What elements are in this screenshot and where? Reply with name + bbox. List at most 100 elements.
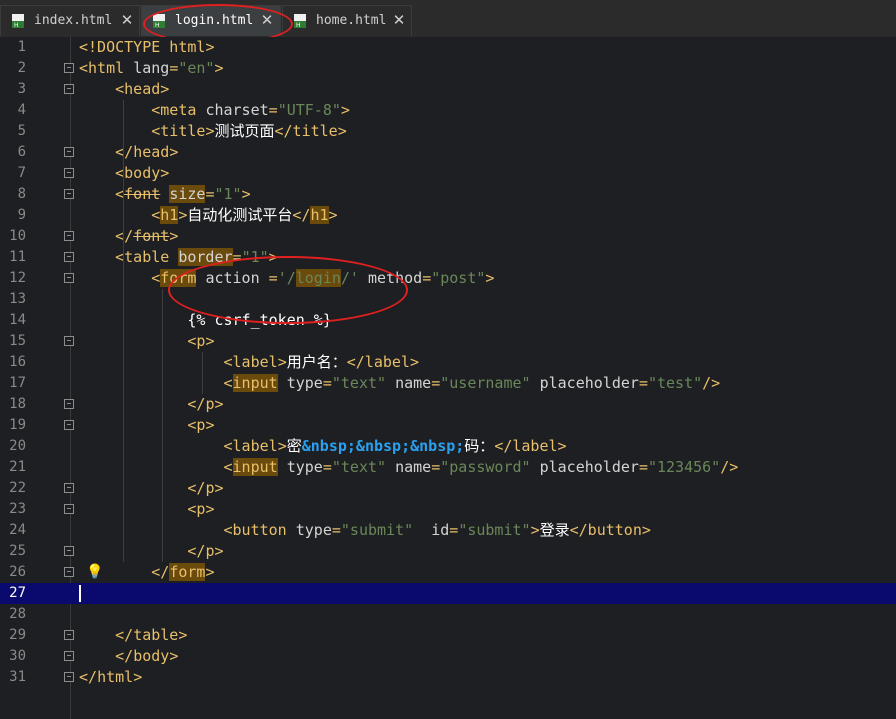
code-line[interactable]: 27 bbox=[0, 583, 896, 604]
fold-marker-icon[interactable] bbox=[64, 504, 74, 514]
code-line[interactable]: 10 </font> bbox=[0, 226, 896, 247]
code-line[interactable]: 24 <button type="submit" id="submit">登录<… bbox=[0, 520, 896, 541]
code-line[interactable]: 30 </body> bbox=[0, 646, 896, 667]
line-number: 24 bbox=[9, 522, 26, 538]
code-text: {% csrf_token %} bbox=[79, 311, 332, 329]
fold-marker-icon[interactable] bbox=[64, 336, 74, 346]
fold-marker-icon[interactable] bbox=[64, 399, 74, 409]
line-number: 1 bbox=[17, 39, 26, 55]
line-number: 10 bbox=[9, 228, 26, 244]
code-text: </p> bbox=[187, 542, 224, 560]
fold-marker-icon[interactable] bbox=[64, 84, 74, 94]
code-text: <form action ='/login/' method="post"> bbox=[151, 269, 495, 287]
code-text: <body> bbox=[115, 164, 170, 182]
line-number: 11 bbox=[9, 249, 26, 265]
code-line[interactable]: 31 </html> bbox=[0, 667, 896, 688]
code-line[interactable]: 5 <title>测试页面</title> bbox=[0, 121, 896, 142]
code-text: </p> bbox=[187, 395, 224, 413]
code-text: <button type="submit" id="submit">登录</bu… bbox=[223, 521, 651, 539]
fold-marker-icon[interactable] bbox=[64, 567, 74, 577]
code-line[interactable]: 21 <input type="text" name="password" pl… bbox=[0, 457, 896, 478]
code-line[interactable]: 8 <font size="1"> bbox=[0, 184, 896, 205]
code-text: </head> bbox=[115, 143, 179, 161]
line-number: 19 bbox=[9, 417, 26, 433]
code-line[interactable]: 3 <head> bbox=[0, 79, 896, 100]
line-number: 20 bbox=[9, 438, 26, 454]
code-line[interactable]: 9 <h1>自动化测试平台</h1> bbox=[0, 205, 896, 226]
line-number: 13 bbox=[9, 291, 26, 307]
fold-marker-icon[interactable] bbox=[64, 189, 74, 199]
fold-marker-icon[interactable] bbox=[64, 483, 74, 493]
line-number: 21 bbox=[9, 459, 26, 475]
fold-marker-icon[interactable] bbox=[64, 546, 74, 556]
fold-marker-icon[interactable] bbox=[64, 630, 74, 640]
code-line[interactable]: 12 <form action ='/login/' method="post"… bbox=[0, 268, 896, 289]
fold-marker-icon[interactable] bbox=[64, 168, 74, 178]
code-text: <p> bbox=[187, 500, 215, 518]
line-number: 16 bbox=[9, 354, 26, 370]
code-line[interactable]: 17 <input type="text" name="username" pl… bbox=[0, 373, 896, 394]
code-text: </p> bbox=[187, 479, 224, 497]
line-number: 7 bbox=[17, 165, 26, 181]
line-number: 12 bbox=[9, 270, 26, 286]
code-line[interactable]: 19 <p> bbox=[0, 415, 896, 436]
line-number: 23 bbox=[9, 501, 26, 517]
code-editor[interactable]: 1 <!DOCTYPE html> 2 <html lang="en"> 3 <head… bbox=[0, 37, 896, 719]
code-line[interactable]: 29 </table> bbox=[0, 625, 896, 646]
fold-marker-icon[interactable] bbox=[64, 252, 74, 262]
close-icon[interactable]: ✕ bbox=[392, 13, 406, 28]
line-number: 3 bbox=[17, 81, 26, 97]
fold-marker-icon[interactable] bbox=[64, 651, 74, 661]
tab-label: login.html bbox=[175, 13, 254, 28]
code-text: </font> bbox=[115, 227, 179, 245]
indent-guide bbox=[162, 289, 163, 562]
html-file-icon: H bbox=[294, 14, 306, 28]
code-line[interactable]: 23 <p> bbox=[0, 499, 896, 520]
fold-marker-icon[interactable] bbox=[64, 420, 74, 430]
fold-marker-icon[interactable] bbox=[64, 672, 74, 682]
tab-index-html[interactable]: H index.html ✕ bbox=[0, 5, 140, 36]
line-number: 22 bbox=[9, 480, 26, 496]
line-number: 27 bbox=[9, 585, 26, 601]
fold-marker-icon[interactable] bbox=[64, 147, 74, 157]
code-line[interactable]: 15 <p> bbox=[0, 331, 896, 352]
close-icon[interactable]: ✕ bbox=[260, 13, 274, 28]
code-line[interactable]: 26 </form> 💡 bbox=[0, 562, 896, 583]
tab-label: index.html bbox=[34, 13, 113, 28]
close-icon[interactable]: ✕ bbox=[120, 13, 134, 28]
code-line[interactable]: 14 {% csrf_token %} bbox=[0, 310, 896, 331]
code-line[interactable]: 25 </p> bbox=[0, 541, 896, 562]
code-text: <title>测试页面</title> bbox=[151, 122, 347, 140]
code-line[interactable]: 20 <label>密&nbsp;&nbsp;&nbsp;码：</label> bbox=[0, 436, 896, 457]
code-text: <font size="1"> bbox=[115, 185, 251, 203]
code-line[interactable]: 1 <!DOCTYPE html> bbox=[0, 37, 896, 58]
code-text: <!DOCTYPE html> bbox=[79, 38, 215, 56]
line-number: 17 bbox=[9, 375, 26, 391]
fold-marker-icon[interactable] bbox=[64, 231, 74, 241]
code-text: <p> bbox=[187, 416, 215, 434]
tab-label: home.html bbox=[316, 13, 387, 28]
tab-login-html[interactable]: H login.html ✕ bbox=[141, 5, 281, 36]
code-line[interactable]: 11 <table border="1"> bbox=[0, 247, 896, 268]
indent-guide bbox=[202, 352, 203, 394]
line-number: 5 bbox=[17, 123, 26, 139]
line-number: 29 bbox=[9, 627, 26, 643]
code-line[interactable]: 6 </head> bbox=[0, 142, 896, 163]
code-line[interactable]: 7 <body> bbox=[0, 163, 896, 184]
code-line[interactable]: 22 </p> bbox=[0, 478, 896, 499]
fold-marker-icon[interactable] bbox=[64, 273, 74, 283]
code-line[interactable]: 18 </p> bbox=[0, 394, 896, 415]
code-line[interactable]: 2 <html lang="en"> bbox=[0, 58, 896, 79]
code-line[interactable]: 16 <label>用户名：</label> bbox=[0, 352, 896, 373]
code-text: </body> bbox=[115, 647, 179, 665]
code-line[interactable]: 28 bbox=[0, 604, 896, 625]
svg-text:H: H bbox=[155, 22, 160, 28]
code-text: <meta charset="UTF-8"> bbox=[151, 101, 350, 119]
fold-marker-icon[interactable] bbox=[64, 63, 74, 73]
line-number: 4 bbox=[17, 102, 26, 118]
code-line[interactable]: 13 bbox=[0, 289, 896, 310]
code-line[interactable]: 4 <meta charset="UTF-8"> bbox=[0, 100, 896, 121]
code-text: <input type="text" name="password" place… bbox=[223, 458, 739, 476]
tab-home-html[interactable]: H home.html ✕ bbox=[282, 5, 412, 36]
lightbulb-icon[interactable]: 💡 bbox=[86, 564, 103, 581]
